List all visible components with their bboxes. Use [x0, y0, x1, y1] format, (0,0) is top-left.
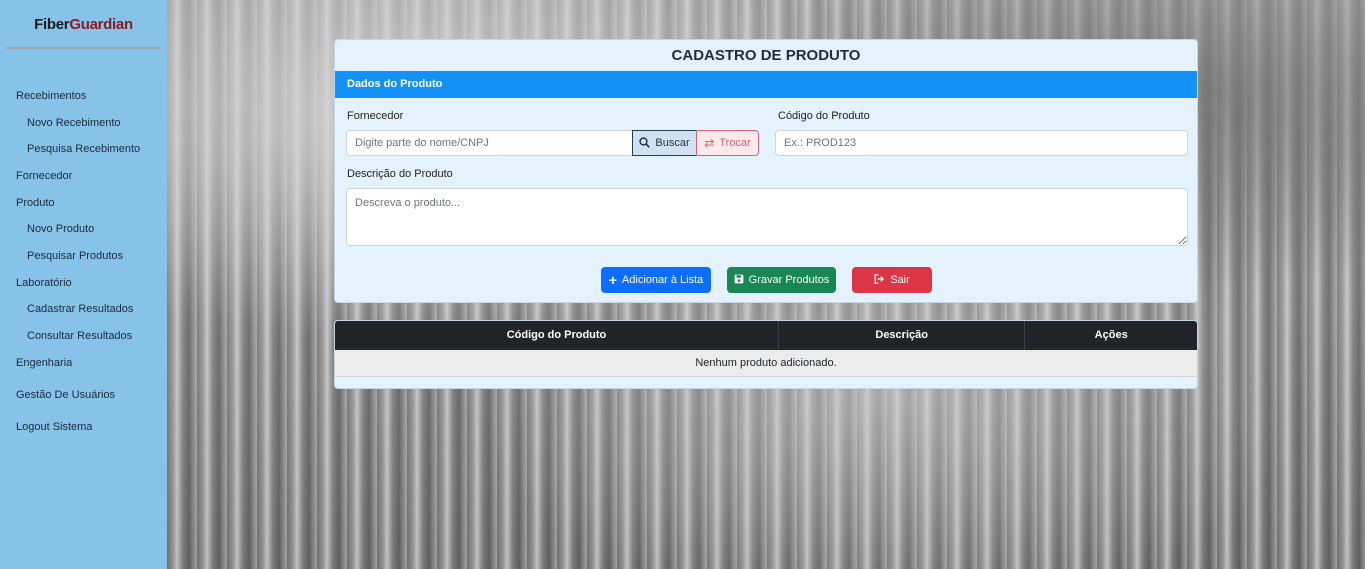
fornecedor-input[interactable]: [346, 130, 633, 156]
product-form-card: CADASTRO DE PRODUTO Dados do Produto For…: [334, 39, 1198, 303]
sidebar-item-gestao-usuarios[interactable]: Gestão De Usuários: [16, 389, 115, 401]
sidebar-item-laboratorio[interactable]: Laboratório: [16, 277, 72, 289]
exit-label: Sair: [890, 274, 910, 286]
codigo-label: Código do Produto: [778, 110, 870, 122]
products-table: Código do Produto Descrição Ações Nenhum…: [334, 320, 1198, 389]
page-title: CADASTRO DE PRODUTO: [671, 47, 861, 64]
descricao-label: Descrição do Produto: [347, 168, 453, 180]
sidebar-item-pesquisar-produtos[interactable]: Pesquisar Produtos: [27, 250, 123, 262]
sidebar: Fiber Guardian Recebimentos Novo Recebime…: [0, 0, 167, 569]
sign-out-icon: [874, 274, 885, 286]
brand-logo[interactable]: Fiber Guardian: [6, 0, 161, 49]
section-header: Dados do Produto: [335, 71, 1197, 98]
sidebar-item-recebimentos[interactable]: Recebimentos: [16, 90, 86, 102]
add-to-list-button[interactable]: + Adicionar à Lista: [601, 267, 711, 293]
sidebar-item-cadastrar-resultados[interactable]: Cadastrar Resultados: [27, 303, 133, 315]
sidebar-item-pesquisa-recebimento[interactable]: Pesquisa Recebimento: [27, 143, 140, 155]
trocar-button[interactable]: ⇄ Trocar: [696, 130, 759, 156]
add-label: Adicionar à Lista: [621, 274, 704, 286]
fornecedor-label: Fornecedor: [347, 110, 404, 122]
exit-button[interactable]: Sair: [852, 267, 932, 293]
buscar-button[interactable]: Buscar: [632, 130, 697, 156]
save-products-button[interactable]: Gravar Produtos: [727, 267, 836, 293]
column-acoes: Ações: [1094, 329, 1128, 341]
plus-icon: +: [608, 272, 617, 288]
descricao-textarea[interactable]: [346, 188, 1188, 246]
column-codigo: Código do Produto: [335, 321, 779, 350]
sidebar-item-fornecedor[interactable]: Fornecedor: [16, 170, 72, 182]
sidebar-item-engenharia[interactable]: Engenharia: [16, 357, 72, 369]
swap-icon: ⇄: [704, 136, 715, 150]
sidebar-item-logout[interactable]: Logout Sistema: [16, 421, 92, 433]
sidebar-item-novo-produto[interactable]: Novo Produto: [27, 223, 94, 235]
sidebar-item-novo-recebimento[interactable]: Novo Recebimento: [27, 117, 121, 129]
sidebar-item-consultar-resultados[interactable]: Consultar Resultados: [27, 330, 132, 342]
sidebar-item-produto[interactable]: Produto: [16, 197, 55, 209]
save-label: Gravar Produtos: [748, 274, 830, 286]
column-descricao: Descrição: [779, 321, 1026, 350]
trocar-label: Trocar: [719, 137, 751, 149]
save-icon: [734, 274, 744, 286]
search-icon: [639, 136, 651, 150]
brand-part2: Guardian: [69, 16, 133, 33]
table-header: Código do Produto Descrição Ações: [335, 321, 1197, 350]
empty-table-message: Nenhum produto adicionado.: [335, 350, 1197, 377]
buscar-label: Buscar: [655, 137, 690, 149]
brand-part1: Fiber: [34, 16, 70, 33]
codigo-input[interactable]: [775, 130, 1188, 156]
